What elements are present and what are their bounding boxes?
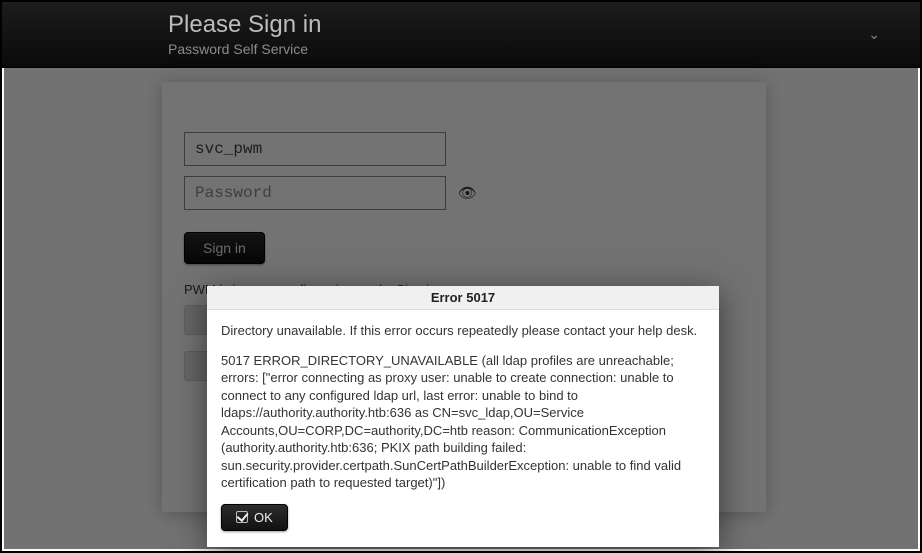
error-ok-label: OK	[254, 510, 273, 525]
error-dialog-title: Error 5017	[207, 286, 719, 310]
page-title: Please Sign in	[168, 12, 321, 38]
check-icon	[236, 511, 248, 523]
error-summary: Directory unavailable. If this error occ…	[221, 322, 705, 340]
top-bar: Please Sign in Password Self Service ⌄	[2, 2, 920, 68]
error-ok-button[interactable]: OK	[221, 504, 288, 531]
error-detail: 5017 ERROR_DIRECTORY_UNAVAILABLE (all ld…	[221, 352, 705, 492]
page-subtitle: Password Self Service	[168, 41, 321, 57]
menu-toggle-chevron-icon[interactable]: ⌄	[868, 26, 880, 43]
error-dialog: Error 5017 Directory unavailable. If thi…	[207, 286, 719, 547]
